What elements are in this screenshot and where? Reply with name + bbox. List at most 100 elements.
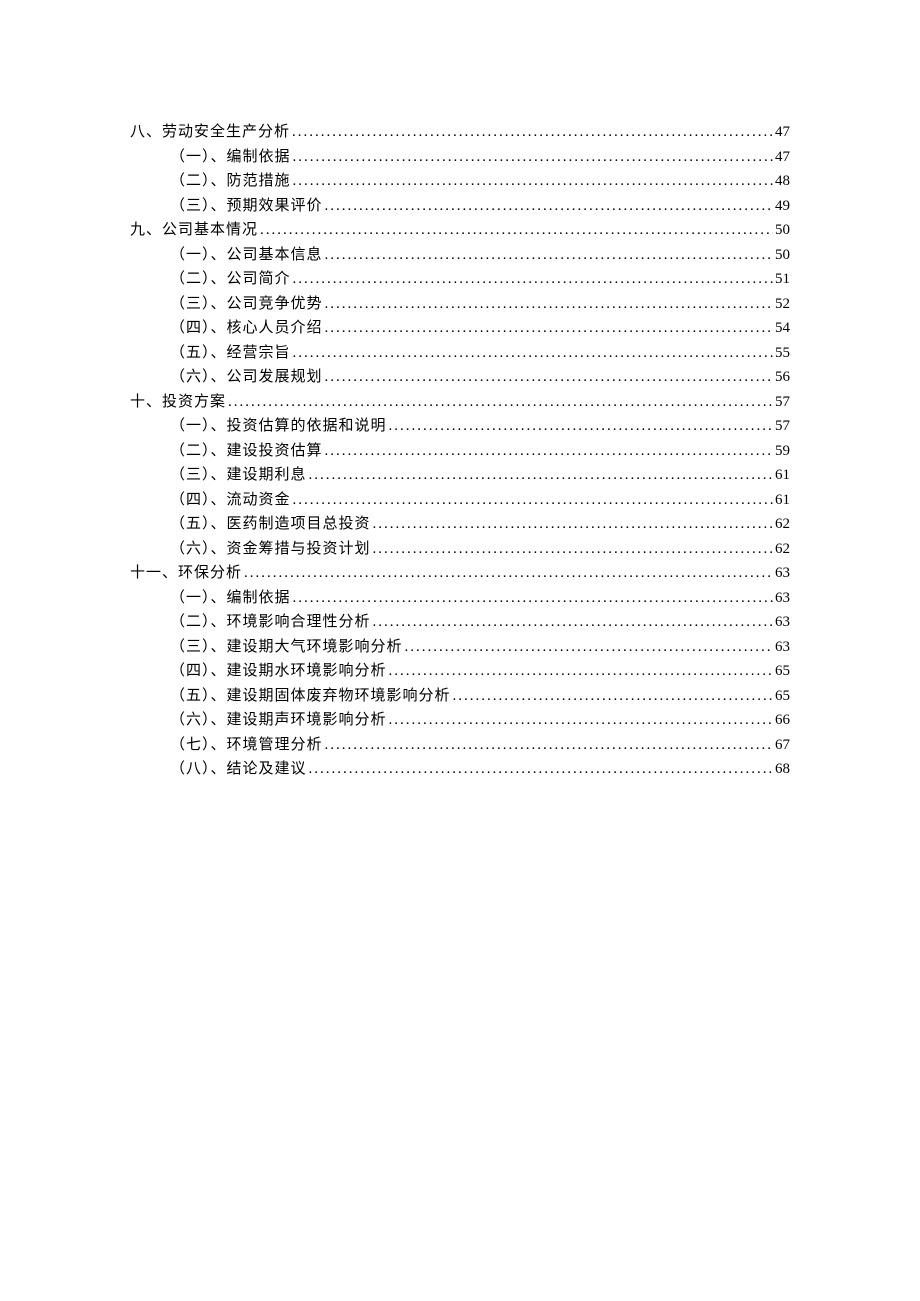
toc-entry: （五）、建设期固体废弃物环境影响分析 65 xyxy=(170,684,790,709)
toc-label: （六）、公司发展规划 xyxy=(170,365,323,390)
toc-dot-leader xyxy=(293,267,773,292)
toc-entry: （二）、公司简介 51 xyxy=(170,267,790,292)
toc-label: （六）、建设期声环境影响分析 xyxy=(170,708,387,733)
toc-label: （四）、流动资金 xyxy=(170,488,291,513)
toc-entry: （一）、编制依据 63 xyxy=(170,586,790,611)
toc-dot-leader xyxy=(293,488,773,513)
toc-entry: （三）、公司竞争优势 52 xyxy=(170,292,790,317)
toc-entry: （三）、建设期大气环境影响分析 63 xyxy=(170,635,790,660)
toc-entry: （六）、公司发展规划 56 xyxy=(170,365,790,390)
toc-dot-leader xyxy=(325,292,773,317)
toc-page-number: 63 xyxy=(775,635,790,660)
toc-page-number: 51 xyxy=(775,267,790,292)
toc-dot-leader xyxy=(373,610,773,635)
toc-label: （三）、建设期利息 xyxy=(170,463,307,488)
toc-dot-leader xyxy=(325,365,773,390)
toc-entry: 十一、环保分析 63 xyxy=(130,561,790,586)
toc-page-number: 63 xyxy=(775,610,790,635)
toc-page-number: 63 xyxy=(775,561,790,586)
toc-label: （三）、公司竞争优势 xyxy=(170,292,323,317)
toc-label: （六）、资金筹措与投资计划 xyxy=(170,537,371,562)
toc-label: （一）、投资估算的依据和说明 xyxy=(170,414,387,439)
toc-dot-leader xyxy=(293,341,773,366)
table-of-contents: 八、劳动安全生产分析 47 （一）、编制依据 47 （二）、防范措施 48 （三）、预期效果… xyxy=(130,120,790,782)
toc-dot-leader xyxy=(293,169,773,194)
toc-entry: （一）、投资估算的依据和说明 57 xyxy=(170,414,790,439)
document-page: 八、劳动安全生产分析 47 （一）、编制依据 47 （二）、防范措施 48 （三）、预期效果… xyxy=(0,0,920,842)
toc-page-number: 52 xyxy=(775,292,790,317)
toc-entry: （四）、建设期水环境影响分析65 xyxy=(170,659,790,684)
toc-page-number: 50 xyxy=(775,218,790,243)
toc-dot-leader xyxy=(325,439,773,464)
toc-dot-leader xyxy=(389,708,773,733)
toc-entry: （一）、编制依据 47 xyxy=(170,145,790,170)
toc-page-number: 63 xyxy=(775,586,790,611)
toc-dot-leader xyxy=(309,757,773,782)
toc-dot-leader xyxy=(244,561,773,586)
toc-label: （二）、环境影响合理性分析 xyxy=(170,610,371,635)
toc-dot-leader xyxy=(389,414,773,439)
toc-page-number: 62 xyxy=(775,512,790,537)
toc-entry: （五）、经营宗旨55 xyxy=(170,341,790,366)
toc-label: 九、公司基本情况 xyxy=(130,218,258,243)
toc-entry: （八）、结论及建议 68 xyxy=(170,757,790,782)
toc-dot-leader xyxy=(453,684,773,709)
toc-entry: （三）、建设期利息 61 xyxy=(170,463,790,488)
toc-page-number: 56 xyxy=(775,365,790,390)
toc-page-number: 54 xyxy=(775,316,790,341)
toc-label: （一）、编制依据 xyxy=(170,145,291,170)
toc-entry: （四）、流动资金 61 xyxy=(170,488,790,513)
toc-label: 八、劳动安全生产分析 xyxy=(130,120,290,145)
toc-label: （二）、建设投资估算 xyxy=(170,439,323,464)
toc-entry: 十、投资方案 57 xyxy=(130,390,790,415)
toc-page-number: 61 xyxy=(775,488,790,513)
toc-label: （二）、防范措施 xyxy=(170,169,291,194)
toc-entry: （四）、核心人员介绍 54 xyxy=(170,316,790,341)
toc-page-number: 57 xyxy=(775,414,790,439)
toc-entry: （一）、公司基本信息50 xyxy=(170,243,790,268)
toc-dot-leader xyxy=(389,659,773,684)
toc-entry: 九、公司基本情况 50 xyxy=(130,218,790,243)
toc-label: （三）、预期效果评价 xyxy=(170,194,323,219)
toc-dot-leader xyxy=(292,120,773,145)
toc-page-number: 62 xyxy=(775,537,790,562)
toc-label: 十一、环保分析 xyxy=(130,561,242,586)
toc-dot-leader xyxy=(293,145,773,170)
toc-entry: （六）、建设期声环境影响分析 66 xyxy=(170,708,790,733)
toc-page-number: 57 xyxy=(775,390,790,415)
toc-page-number: 59 xyxy=(775,439,790,464)
toc-page-number: 49 xyxy=(775,194,790,219)
toc-page-number: 65 xyxy=(775,684,790,709)
toc-label: （八）、结论及建议 xyxy=(170,757,307,782)
toc-label: （四）、核心人员介绍 xyxy=(170,316,323,341)
toc-dot-leader xyxy=(260,218,773,243)
toc-label: （一）、公司基本信息 xyxy=(170,243,323,268)
toc-dot-leader xyxy=(293,586,773,611)
toc-page-number: 47 xyxy=(775,145,790,170)
toc-page-number: 55 xyxy=(775,341,790,366)
toc-page-number: 61 xyxy=(775,463,790,488)
toc-label: （三）、建设期大气环境影响分析 xyxy=(170,635,403,660)
toc-label: （四）、建设期水环境影响分析 xyxy=(170,659,387,684)
toc-dot-leader xyxy=(309,463,773,488)
toc-page-number: 68 xyxy=(775,757,790,782)
toc-dot-leader xyxy=(373,512,773,537)
toc-label: 十、投资方案 xyxy=(130,390,226,415)
toc-dot-leader xyxy=(325,194,773,219)
toc-page-number: 67 xyxy=(775,733,790,758)
toc-label: （一）、编制依据 xyxy=(170,586,291,611)
toc-page-number: 48 xyxy=(775,169,790,194)
toc-label: （五）、医药制造项目总投资 xyxy=(170,512,371,537)
toc-dot-leader xyxy=(325,733,773,758)
toc-label: （二）、公司简介 xyxy=(170,267,291,292)
toc-dot-leader xyxy=(325,316,773,341)
toc-label: （七）、环境管理分析 xyxy=(170,733,323,758)
toc-label: （五）、建设期固体废弃物环境影响分析 xyxy=(170,684,451,709)
toc-entry: 八、劳动安全生产分析 47 xyxy=(130,120,790,145)
toc-entry: （二）、防范措施 48 xyxy=(170,169,790,194)
toc-page-number: 47 xyxy=(775,120,790,145)
toc-entry: （六）、资金筹措与投资计划 62 xyxy=(170,537,790,562)
toc-dot-leader xyxy=(405,635,773,660)
toc-page-number: 66 xyxy=(775,708,790,733)
toc-entry: （二）、环境影响合理性分析 63 xyxy=(170,610,790,635)
